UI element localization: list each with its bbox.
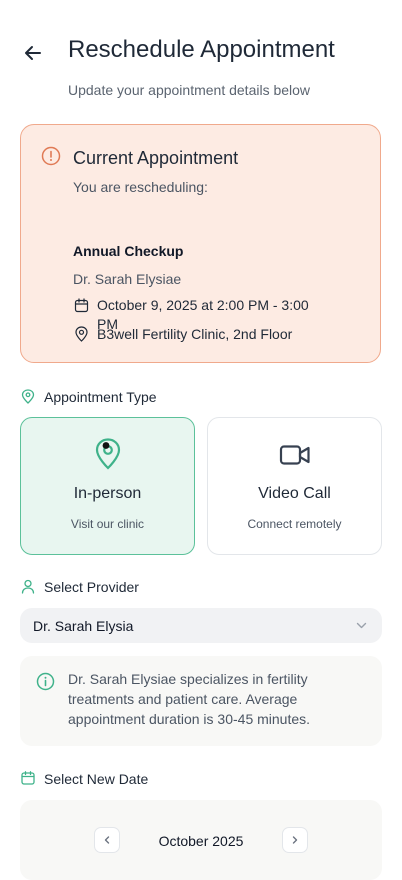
select-provider-label: Select Provider [44, 579, 139, 595]
type-option-title: Video Call [258, 485, 331, 502]
provider-info-text: Dr. Sarah Elysiae specializes in fertili… [68, 671, 311, 727]
calendar-widget: October 2025 [20, 800, 382, 880]
map-pin-icon [75, 326, 88, 342]
calendar-icon [74, 298, 89, 313]
next-month-button[interactable] [282, 827, 308, 853]
appointment-name: Annual Checkup [73, 243, 184, 259]
chevron-down-icon [356, 622, 367, 629]
chevron-right-icon [292, 836, 298, 844]
map-pin-icon [21, 389, 35, 404]
type-option-in-person[interactable]: In-person Visit our clinic [20, 417, 195, 555]
alert-circle-icon [41, 146, 61, 166]
type-option-video-call[interactable]: Video Call Connect remotely [207, 417, 382, 555]
appointment-type-label: Appointment Type [44, 389, 157, 405]
arrow-left-icon [25, 46, 41, 60]
type-option-subtitle: Connect remotely [247, 517, 342, 531]
provider-info-box: Dr. Sarah Elysiae specializes in fertili… [20, 656, 382, 746]
user-icon [21, 579, 35, 594]
page-subtitle: Update your appointment details below [68, 82, 311, 98]
type-option-title: In-person [73, 485, 142, 502]
current-appointment-card: Current Appointment You are rescheduling… [20, 124, 381, 363]
current-appointment-subtitle: You are rescheduling: [73, 179, 208, 195]
provider-select-value: Dr. Sarah Elysia [33, 618, 134, 634]
map-pin-icon [95, 438, 120, 470]
appointment-doctor: Dr. Sarah Elysiae [73, 271, 182, 287]
back-button[interactable] [18, 38, 48, 68]
calendar-month-label: October 2025 [158, 833, 244, 849]
calendar-icon [21, 771, 35, 785]
provider-select[interactable]: Dr. Sarah Elysia [20, 608, 382, 643]
page-title: Reschedule Appointment [68, 36, 335, 63]
current-appointment-title: Current Appointment [73, 148, 239, 168]
info-icon [36, 672, 55, 691]
appointment-location: B3well Fertility Clinic, 2nd Floor [97, 326, 293, 342]
type-option-subtitle: Visit our clinic [70, 517, 145, 531]
video-camera-icon [279, 445, 310, 465]
select-date-label: Select New Date [44, 771, 149, 787]
